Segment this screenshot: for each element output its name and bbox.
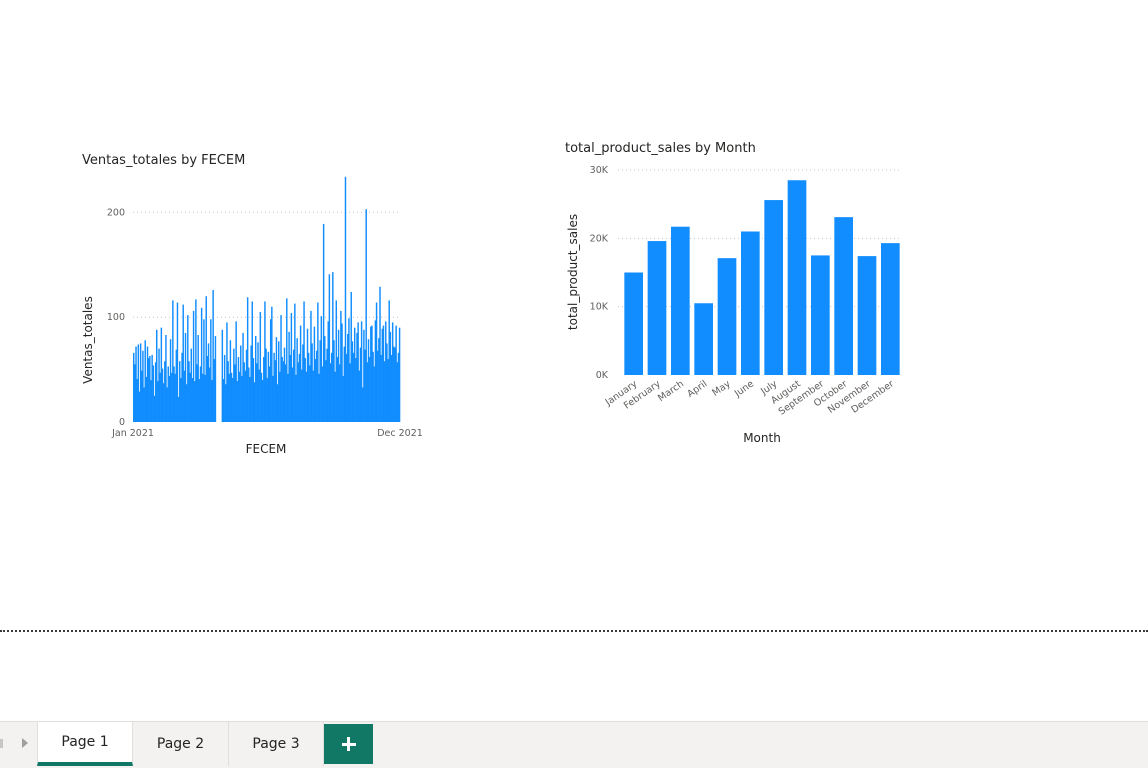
y-tick-label: 10K <box>590 302 609 313</box>
y-tick-label: 20K <box>590 233 609 244</box>
ventas-chart-svg: Ventas_totales by FECEM 0 100 200 Jan 2021… <box>81 153 423 456</box>
x-axis-title: FECEM <box>246 442 287 456</box>
add-page-button[interactable] <box>324 724 373 764</box>
x-tick-label: March <box>656 378 686 404</box>
y-tick-label: 0 <box>119 417 125 428</box>
bar-january[interactable] <box>624 272 643 376</box>
bar-november[interactable] <box>857 256 877 375</box>
bar-april[interactable] <box>694 303 713 375</box>
plus-icon <box>341 737 356 751</box>
y-tick-label: 30K <box>590 165 609 176</box>
x-axis-title: Month <box>743 431 781 445</box>
y-tick-label: 100 <box>107 312 125 323</box>
y-axis-title: total_product_sales <box>566 214 580 330</box>
scroll-edge-indicator <box>0 739 3 748</box>
x-tick-label: Dec 2021 <box>377 428 423 439</box>
chart-title: total_product_sales by Month <box>565 141 756 156</box>
chart-title: Ventas_totales by FECEM <box>82 153 245 168</box>
bar-may[interactable] <box>717 258 737 375</box>
x-tick-label: April <box>685 378 709 399</box>
y-tick-label: 0K <box>596 370 609 381</box>
visual-ventas-by-fecem[interactable]: Ventas_totales by FECEM 0 100 200 Jan 2021… <box>60 140 440 470</box>
x-tick-label: Jan 2021 <box>111 428 154 439</box>
bar-december[interactable] <box>881 243 900 375</box>
x-tick-label: June <box>732 378 756 400</box>
scroll-right-icon[interactable] <box>22 738 28 748</box>
report-canvas: Ventas_totales by FECEM 0 100 200 Jan 2021… <box>0 0 1148 630</box>
bar-july[interactable] <box>764 200 783 375</box>
tab-page-1[interactable]: Page 1 <box>37 722 133 766</box>
tab-page-2[interactable]: Page 2 <box>133 722 229 766</box>
bar <box>398 327 401 422</box>
page-tab-bar: Page 1 Page 2 Page 3 <box>0 721 1148 768</box>
x-tick-label: May <box>710 378 733 398</box>
bar-september[interactable] <box>811 255 830 375</box>
bar-october[interactable] <box>834 217 853 375</box>
visual-sales-by-month[interactable]: total_product_sales by Month 0K 10K 20K 30K… <box>560 132 920 462</box>
bar-august[interactable] <box>787 180 807 375</box>
y-tick-label: 200 <box>107 207 125 218</box>
bar <box>214 336 217 422</box>
page-boundary-line <box>0 630 1148 632</box>
bar-june[interactable] <box>741 231 760 376</box>
bar-march[interactable] <box>671 226 690 375</box>
bar-february[interactable] <box>647 241 667 375</box>
sales-month-chart-svg: total_product_sales by Month 0K 10K 20K 30K… <box>565 141 902 445</box>
y-axis-title: Ventas_totales <box>81 296 95 384</box>
tab-page-3[interactable]: Page 3 <box>229 722 324 766</box>
